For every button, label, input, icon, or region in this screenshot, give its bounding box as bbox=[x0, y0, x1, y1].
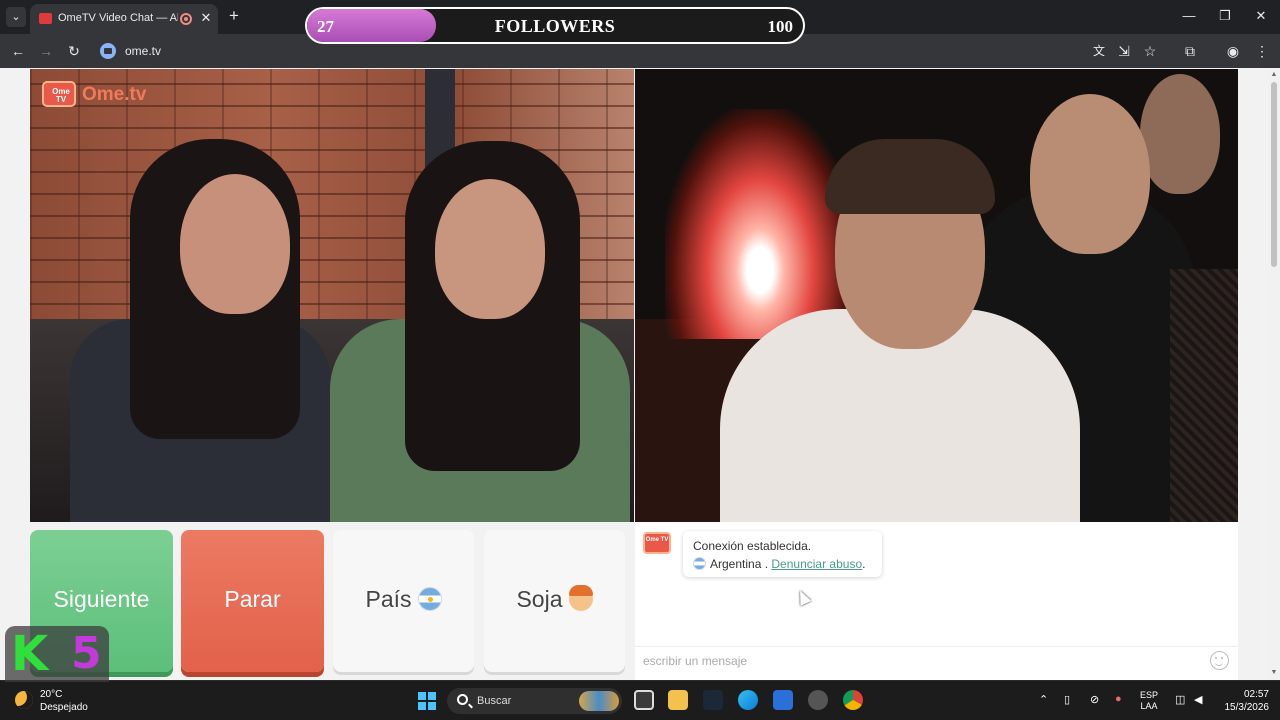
close-window-icon[interactable]: ✕ bbox=[1246, 6, 1276, 26]
tab-close-icon[interactable]: ✕ bbox=[198, 10, 214, 26]
profile-icon[interactable]: ◉ bbox=[1223, 41, 1243, 61]
weather-description[interactable]: Despejado bbox=[40, 702, 88, 713]
ometv-chat-avatar-icon: Ome TV bbox=[643, 532, 671, 554]
report-abuse-link[interactable]: Denunciar abuso bbox=[771, 557, 862, 571]
gender-select-button[interactable]: Soja bbox=[484, 530, 625, 672]
system-clock[interactable]: 02:57 15/3/2026 bbox=[1219, 688, 1270, 714]
tab-search-icon[interactable]: ⌄ bbox=[6, 7, 26, 27]
person-middle-head bbox=[1030, 94, 1150, 254]
fire-flames bbox=[665, 109, 855, 339]
search-icon bbox=[457, 694, 468, 705]
language-indicator[interactable]: ESP LAA bbox=[1140, 690, 1158, 712]
country-button-label: País bbox=[365, 586, 412, 612]
wicker-chair bbox=[1170, 269, 1238, 522]
ometv-logo-icon: Ome TV bbox=[42, 81, 76, 107]
scrollbar-thumb[interactable] bbox=[1271, 82, 1277, 267]
url-text[interactable]: ome.tv bbox=[125, 44, 161, 58]
recording-indicator-icon bbox=[180, 13, 192, 25]
volume-icon[interactable]: ◀ bbox=[1194, 693, 1202, 706]
next-button-label: Siguiente bbox=[53, 586, 150, 612]
mouse-cursor-icon bbox=[794, 588, 812, 606]
steam-icon[interactable] bbox=[703, 690, 723, 710]
scroll-down-icon[interactable]: ▼ bbox=[1269, 668, 1279, 678]
tray-overflow-icon[interactable]: ⌃ bbox=[1039, 693, 1048, 706]
partner-country-text: Argentina . bbox=[710, 557, 769, 571]
person-front-cap bbox=[825, 139, 995, 214]
star-icon[interactable]: ☆ bbox=[1140, 41, 1160, 61]
country-select-button[interactable]: País bbox=[333, 530, 474, 672]
new-tab-icon[interactable]: + bbox=[224, 6, 244, 26]
install-icon[interactable]: ⇲ bbox=[1114, 41, 1134, 61]
followers-goal-count: 100 bbox=[767, 17, 794, 36]
chat-panel: Ome TV Conexión establecida. Argentina .… bbox=[635, 522, 1238, 680]
boy-emoji-icon bbox=[568, 584, 593, 611]
channel-logo: K 5 bbox=[5, 626, 109, 682]
browser-tab[interactable]: OmeTV Video Chat — Alter ✕ bbox=[30, 4, 218, 34]
usb-icon[interactable]: ▯ bbox=[1064, 693, 1070, 706]
ometv-favicon-icon bbox=[39, 13, 52, 24]
moon-weather-icon[interactable] bbox=[15, 691, 33, 709]
message-input[interactable] bbox=[635, 647, 1195, 675]
microphone-icon[interactable]: ● bbox=[1115, 693, 1122, 705]
edge-icon[interactable] bbox=[738, 690, 758, 710]
wifi-icon[interactable]: ◫ bbox=[1175, 693, 1185, 706]
message-input-bar bbox=[635, 646, 1238, 675]
menu-icon[interactable]: ⋮ bbox=[1252, 41, 1272, 61]
forward-icon[interactable]: → bbox=[36, 41, 56, 61]
taskbar-search[interactable]: Buscar bbox=[447, 688, 622, 714]
ometv-brand-text: Ome.tv bbox=[82, 84, 147, 105]
local-video: Ome TV Ome.tv bbox=[30, 69, 634, 522]
maximize-window-icon[interactable]: ❐ bbox=[1210, 6, 1240, 26]
weather-temperature[interactable]: 20°C bbox=[40, 689, 62, 700]
scroll-up-icon[interactable]: ▲ bbox=[1269, 70, 1279, 80]
person-right-face bbox=[435, 179, 545, 319]
translate-icon[interactable]: 文 bbox=[1089, 41, 1109, 61]
person-left-face bbox=[180, 174, 290, 314]
stop-button[interactable]: Parar bbox=[181, 530, 324, 672]
followers-label: FOLLOWERS bbox=[494, 16, 616, 36]
windows-start-icon[interactable] bbox=[418, 692, 436, 710]
chrome-icon[interactable] bbox=[843, 690, 863, 710]
followers-progress-bar: 27 FOLLOWERS 100 bbox=[305, 7, 805, 44]
task-view-icon[interactable] bbox=[634, 690, 654, 710]
connection-status-text: Conexión establecida. bbox=[693, 539, 812, 553]
windows-taskbar: 20°C Despejado Buscar ⌃ ▯ ⊘ ● ESP LAA ◫ … bbox=[0, 680, 1280, 720]
reload-icon[interactable]: ↻ bbox=[64, 41, 84, 61]
extensions-icon[interactable]: ⧉ bbox=[1180, 41, 1200, 61]
stop-button-label: Parar bbox=[224, 586, 281, 612]
page-scrollbar[interactable]: ▲ ▼ bbox=[1268, 68, 1280, 680]
system-message-bubble: Conexión establecida. Argentina . Denunc… bbox=[683, 531, 882, 577]
network-off-icon[interactable]: ⊘ bbox=[1090, 693, 1099, 706]
taskbar-search-placeholder: Buscar bbox=[477, 695, 512, 707]
argentina-flag-icon bbox=[693, 557, 706, 570]
back-icon[interactable]: ← bbox=[8, 41, 28, 61]
remote-video bbox=[635, 69, 1238, 522]
recording-app-icon[interactable] bbox=[808, 690, 828, 710]
emoji-icon[interactable] bbox=[1210, 651, 1229, 670]
file-explorer-icon[interactable] bbox=[668, 690, 688, 710]
clock-date: 15/3/2026 bbox=[1224, 702, 1270, 713]
minimize-window-icon[interactable]: — bbox=[1174, 6, 1204, 26]
site-info-icon[interactable] bbox=[100, 43, 116, 59]
store-icon[interactable] bbox=[773, 690, 793, 710]
clock-time: 02:57 bbox=[1243, 689, 1269, 700]
gender-button-label: Soja bbox=[516, 586, 563, 612]
person-back-head bbox=[1140, 74, 1220, 194]
search-highlight-image bbox=[579, 691, 619, 711]
tab-title: OmeTV Video Chat — Alter bbox=[58, 12, 178, 24]
argentina-flag-icon bbox=[417, 586, 442, 611]
